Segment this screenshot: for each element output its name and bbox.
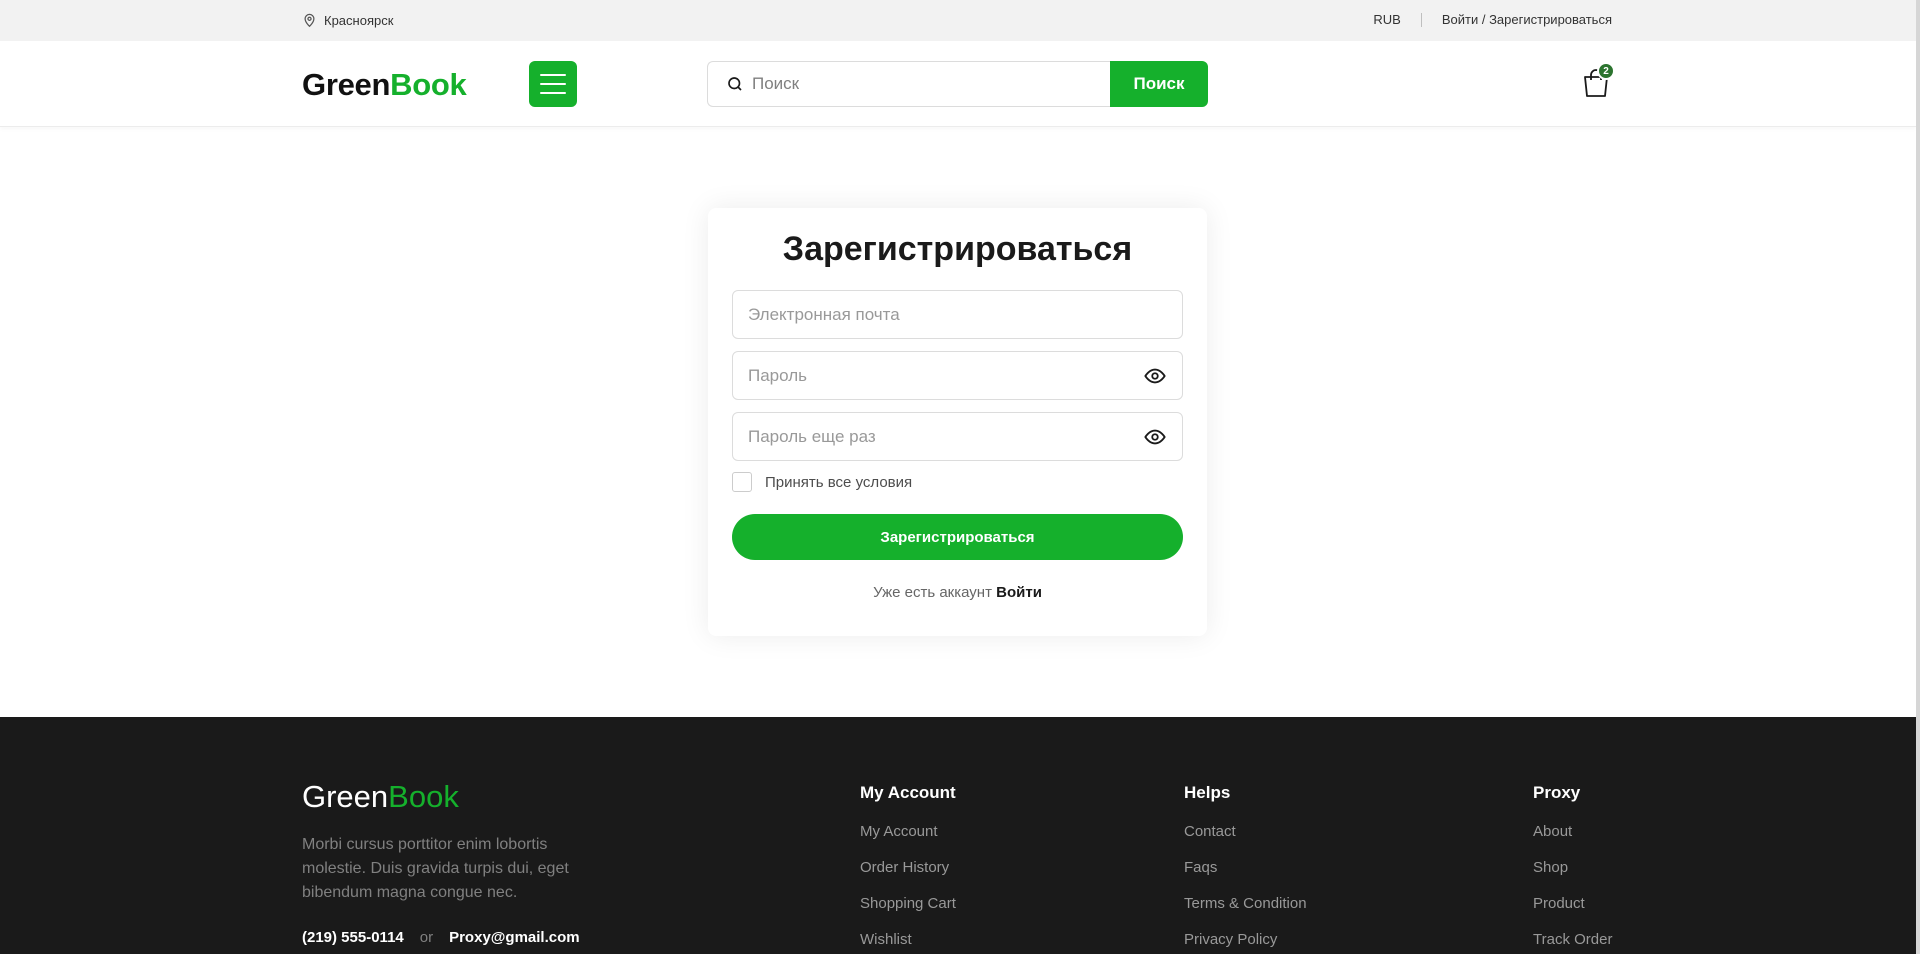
menu-icon-line [540,74,566,76]
footer-column-title: My Account [860,783,956,802]
email-input[interactable] [748,304,1167,325]
footer-link[interactable]: Shopping Cart [860,895,956,931]
footer-link[interactable]: Order History [860,859,956,895]
search-button[interactable]: Поиск [1110,61,1208,107]
footer-logo-green: Green [302,779,389,814]
password-field [732,351,1183,400]
footer-or: or [419,929,434,946]
map-pin-icon [304,13,315,28]
footer-link[interactable]: Terms & Condition [1184,895,1307,931]
footer-link[interactable]: Wishlist [860,931,956,954]
password-repeat-input[interactable] [748,426,1143,447]
footer-column-title: Helps [1184,783,1231,802]
eye-icon[interactable] [1143,425,1167,449]
cart-count-badge: 2 [1597,62,1615,80]
header: GreenBook Поиск 2 [0,41,1916,127]
terms-checkbox[interactable] [732,472,752,492]
logo-book: Book [390,67,467,102]
have-account-text: Уже есть аккаунт [873,584,992,601]
register-card: Зарегистрироваться Принять все условия З… [708,208,1207,636]
footer-contact: (219) 555-0114 or Proxy@gmail.com [302,929,580,946]
terms-row: Принять все условия [732,472,912,492]
divider [1420,12,1422,27]
footer-link[interactable]: Track Order [1533,931,1612,954]
menu-button[interactable] [529,61,577,107]
menu-icon-line [540,92,566,94]
register-title: Зарегистрироваться [782,230,1133,268]
search-input[interactable] [752,74,1082,94]
footer-link[interactable]: My Account [860,823,956,859]
terms-label[interactable]: Принять все условия [765,474,912,491]
search-icon [728,77,742,91]
footer-logo-book: Book [388,779,459,814]
eye-icon[interactable] [1143,364,1167,388]
cart-button[interactable]: 2 [1581,62,1615,98]
have-account-row: Уже есть аккаунт Войти [708,584,1207,601]
footer-link[interactable]: Product [1533,895,1612,931]
footer-description: Morbi cursus porttitor enim lobortis mol… [302,836,569,901]
logo-green: Green [302,67,391,102]
footer-link[interactable]: Shop [1533,859,1612,895]
footer-link[interactable]: Faqs [1184,859,1307,895]
footer-column-my-account: My Account My Account Order History Shop… [860,783,956,954]
footer: GreenBook Morbi cursus porttitor enim lo… [0,717,1916,954]
footer-phone[interactable]: (219) 555-0114 [302,929,404,946]
login-register-link[interactable]: Войти / Зарегистрироваться [1442,12,1612,27]
footer-link[interactable]: Contact [1184,823,1307,859]
location-label: Красноярск [324,12,394,28]
password-repeat-field [732,412,1183,461]
footer-email[interactable]: Proxy@gmail.com [449,929,580,946]
email-field [732,290,1183,339]
menu-icon-line [540,83,566,85]
footer-link[interactable]: About [1533,823,1612,859]
login-link[interactable]: Войти [996,584,1042,601]
site-logo[interactable]: GreenBook [302,67,467,103]
search-bar: Поиск [707,61,1208,107]
footer-column-title: Proxy [1533,783,1581,802]
footer-logo[interactable]: GreenBook [302,779,459,815]
location-selector[interactable]: Красноярск [302,12,393,28]
search-box [707,61,1110,107]
currency-selector[interactable]: RUB [1373,12,1400,27]
footer-link[interactable]: Privacy Policy [1184,931,1307,954]
footer-column-proxy: Proxy About Shop Product Track Order [1533,783,1612,954]
footer-column-helps: Helps Contact Faqs Terms & Condition Pri… [1184,783,1307,954]
password-input[interactable] [748,365,1143,386]
top-bar: Красноярск RUB Войти / Зарегистрироватьс… [0,0,1916,41]
page-scrollbar[interactable] [1916,0,1920,954]
register-button[interactable]: Зарегистрироваться [732,514,1183,560]
